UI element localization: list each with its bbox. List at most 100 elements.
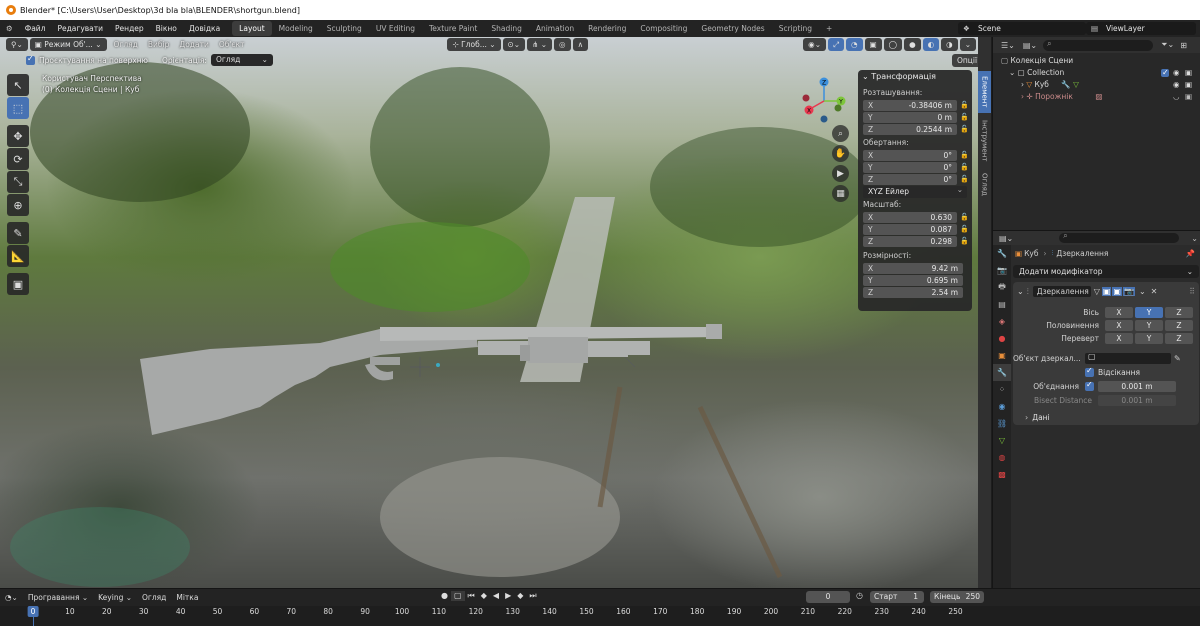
modifier-properties-icon[interactable]: 🔧 [993,364,1011,381]
menu-edit[interactable]: Редагувати [51,20,109,37]
timeline-editor-icon[interactable]: ◔⌄ [0,593,23,602]
play-reverse-icon[interactable]: ◀ [490,591,502,601]
rotation-x-field[interactable]: X 0° [863,149,957,161]
jump-end-icon[interactable]: ⏭ [526,591,539,601]
overlay-toggle-icon[interactable]: ◔ [846,38,863,51]
tab-texture-paint[interactable]: Texture Paint [422,21,484,36]
snap-icon[interactable]: ⋔ ⌄ [527,38,553,51]
outliner-editor-icon[interactable]: ☰⌄ [1001,41,1015,50]
new-collection-icon[interactable]: ⊞ [1180,41,1187,50]
clipping-checkbox[interactable] [1085,366,1094,377]
editor-type-3d-icon[interactable]: ⚲⌄ [6,38,28,51]
measure-tool-icon[interactable]: 📐 [7,245,29,267]
tab-shading[interactable]: Shading [484,21,528,36]
playback-menu[interactable]: Програвання ⌄ [23,593,93,602]
rotate-tool-icon[interactable]: ⟳ [7,148,29,170]
lock-icon[interactable]: 🔓 [960,113,969,121]
auto-key-icon[interactable]: ▢ [450,591,465,601]
location-x-field[interactable]: X -0.38406 m [863,99,957,111]
axis-y-toggle[interactable]: Y [1135,306,1163,318]
render-toggle-icon[interactable]: ▣ [1112,287,1122,296]
tab-item[interactable]: Елемент [978,71,991,113]
current-frame-indicator[interactable]: 0 [27,606,39,617]
rotation-z-field[interactable]: Z 0° [863,173,957,185]
properties-search-field[interactable]: ⌕ [1059,231,1180,243]
next-keyframe-icon[interactable]: ◆ [514,591,526,601]
tab-uv-editing[interactable]: UV Editing [369,21,422,36]
select-box-tool-icon[interactable]: ⬚ [7,97,29,119]
pivot-icon[interactable]: ⊙⌄ [502,38,526,51]
view-layer-selector[interactable]: ▤ ViewLayer [1086,22,1196,35]
xray-icon[interactable]: ▣ [864,38,882,51]
scale-x-field[interactable]: X 0.630 [863,211,957,223]
shading-wireframe-icon[interactable]: ◯ [883,38,903,51]
lock-icon[interactable]: 🔓 [960,101,969,109]
scale-y-field[interactable]: Y 0.087 [863,223,957,235]
object-mode-dropdown[interactable]: ▣ Режим Об'... ⌄ [29,38,107,51]
camera-toggle-icon[interactable]: 📷 [1122,287,1135,296]
menu-add[interactable]: Додати [174,40,213,49]
transform-tool-icon[interactable]: ⊕ [7,194,29,216]
proportional-edit-icon[interactable]: ◎ [554,38,571,51]
outliner-row-cube[interactable]: › ▽ Куб 🔧 ▽ ◉ ▣ [993,79,1200,91]
lock-icon[interactable]: 🔓 [960,237,969,245]
dimensions-x-field[interactable]: X 9.42 m [863,262,963,274]
axis-z-toggle[interactable]: Z [1165,306,1193,318]
scene-properties-icon[interactable]: ◈ [993,313,1011,330]
jump-start-icon[interactable]: ⏮ [465,591,478,601]
outliner-search-field[interactable]: ⌕ [1043,39,1154,51]
mirror-object-field[interactable]: ▢ [1085,352,1171,364]
menu-file[interactable]: Файл [19,20,52,37]
project-onto-surface-checkbox[interactable] [26,54,35,65]
outliner-row-empty[interactable]: › ✛ Порожнік ▨ ◡ ▣ [993,91,1200,103]
constraints-properties-icon[interactable]: ⛓ [993,415,1011,432]
dropdown-arrow-icon[interactable]: ⌄ [1139,287,1146,296]
flip-y-toggle[interactable]: Y [1135,332,1163,344]
tab-animation[interactable]: Animation [529,21,581,36]
add-modifier-button[interactable]: Додати модифікатор ⌄ [1013,265,1199,278]
outliner-filter-view-icon[interactable]: ▤⌄ [1023,41,1037,50]
lock-icon[interactable]: 🔓 [960,225,969,233]
options-dropdown[interactable]: Опції ⌄ [952,54,978,67]
lock-icon[interactable]: 🔓 [960,151,969,159]
flip-x-toggle[interactable]: X [1105,332,1133,344]
add-workspace-icon[interactable]: + [819,21,839,36]
location-z-field[interactable]: Z 0.2544 m [863,123,957,135]
timeline-marker-menu[interactable]: Мітка [171,593,203,602]
dimensions-y-field[interactable]: Y 0.695 m [863,274,963,286]
lock-icon[interactable]: 🔓 [960,163,969,171]
current-frame-field[interactable]: 0 [806,591,850,603]
eyedropper-icon[interactable]: ✎ [1174,354,1181,363]
shading-solid-icon[interactable]: ● [904,38,921,51]
menu-view[interactable]: Огляд [109,40,143,49]
data-subpanel[interactable]: › Дані [1013,411,1199,423]
scale-tool-icon[interactable]: ⤡ [7,171,29,193]
editor-type-icon[interactable]: ⚙ [0,20,19,37]
include-checkbox[interactable] [1161,67,1169,79]
bisect-distance-field[interactable]: 0.001 m [1098,394,1176,406]
render-properties-icon[interactable]: 📷 [993,262,1011,279]
tab-scripting[interactable]: Scripting [772,21,819,36]
camera-icon[interactable]: ▣ [1185,91,1192,103]
eye-icon[interactable]: ◉ [1173,79,1180,91]
tab-geometry-nodes[interactable]: Geometry Nodes [694,21,771,36]
properties-editor-icon[interactable]: ▤⌄ [999,234,1013,243]
tab-tool[interactable]: Інструмент [978,115,991,167]
output-properties-icon[interactable]: 🖶 [993,279,1011,296]
camera-icon[interactable]: ▣ [1185,67,1192,79]
merge-checkbox[interactable] [1085,380,1094,391]
transform-panel-header[interactable]: ⌄ Трансформація [858,70,972,84]
camera-view-icon[interactable]: ▶ [832,165,849,182]
gizmo-toggle-icon[interactable]: ⤢ [828,38,845,51]
pan-hand-icon[interactable]: ✋ [832,145,849,162]
camera-icon[interactable]: ▣ [1185,79,1192,91]
visibility-icon[interactable]: ◉⌄ [803,38,827,51]
annotate-tool-icon[interactable]: ✎ [7,222,29,244]
menu-render[interactable]: Рендер [109,20,150,37]
pin-icon[interactable]: 📌 [1186,249,1195,258]
scale-z-field[interactable]: Z 0.298 [863,235,957,247]
texture-properties-icon[interactable]: ▩ [993,466,1011,483]
rotation-y-field[interactable]: Y 0° [863,161,957,173]
tab-layout[interactable]: Layout [232,21,272,36]
lock-icon[interactable]: 🔓 [960,175,969,183]
